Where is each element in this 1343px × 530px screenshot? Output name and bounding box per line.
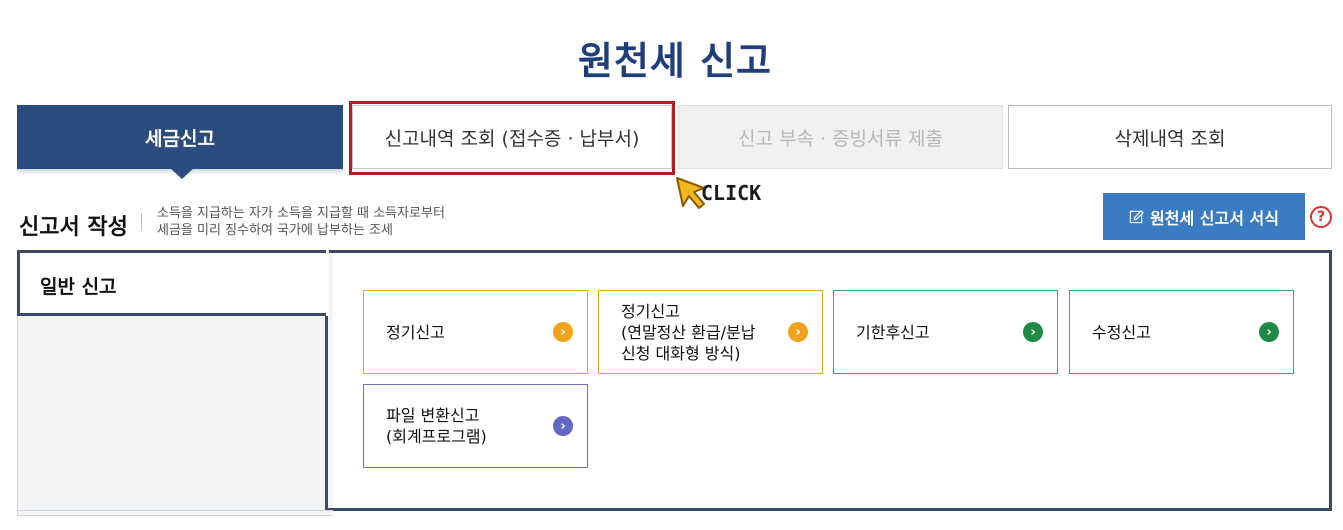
card-regular-filing[interactable]: 정기신고 › — [363, 290, 588, 374]
card-label: 기한후신고 — [856, 322, 930, 342]
chevron-right-icon: › — [1259, 322, 1279, 342]
tab-active-indicator — [170, 168, 194, 179]
tab-tax-filing[interactable]: 세금신고 — [17, 105, 343, 169]
panel-tab-join — [326, 250, 329, 316]
help-icon[interactable]: ? — [1310, 206, 1332, 228]
card-regular-filing-interactive[interactable]: 정기신고 (연말정산 환급/분납 신청 대화형 방식) › — [598, 290, 823, 374]
form-template-button[interactable]: 원천세 신고서 서식 — [1103, 193, 1305, 240]
divider — [17, 510, 333, 511]
chevron-right-icon: › — [788, 322, 808, 342]
tab-deletion-history[interactable]: 삭제내역 조회 — [1008, 105, 1332, 169]
card-label: 정기신고 (연말정산 환급/분납 신청 대화형 방식) — [621, 301, 756, 363]
panel-tab-general-label: 일반 신고 — [40, 276, 117, 298]
edit-icon — [1129, 210, 1144, 224]
chevron-right-icon: › — [1023, 322, 1043, 342]
form-template-button-label: 원천세 신고서 서식 — [1150, 208, 1279, 228]
card-late-filing[interactable]: 기한후신고 › — [833, 290, 1058, 374]
click-label: CLICK — [701, 181, 762, 205]
section-description: 소득을 지급하는 자가 소득을 지급할 때 소득자로부터 세금을 미리 징수하여… — [157, 205, 445, 239]
section-title: 신고서 작성 — [19, 215, 128, 240]
tab-attachments-submit[interactable]: 신고 부속 · 증빙서류 제출 — [678, 105, 1003, 169]
chevron-right-icon: › — [553, 416, 573, 436]
chevron-right-icon: › — [553, 322, 573, 342]
description-line-1: 소득을 지급하는 자가 소득을 지급할 때 소득자로부터 — [157, 206, 445, 221]
card-file-conversion-filing[interactable]: 파일 변환신고 (회계프로그램) › — [363, 384, 588, 468]
card-label: 정기신고 — [386, 322, 445, 342]
page-title: 원천세 신고 — [577, 39, 773, 83]
click-highlight-box — [349, 101, 675, 175]
description-line-2: 세금을 미리 징수하여 국가에 납부하는 조세 — [157, 223, 393, 238]
section-divider — [141, 213, 142, 231]
card-label: 파일 변환신고 (회계프로그램) — [386, 406, 487, 446]
card-label: 수정신고 — [1092, 322, 1151, 342]
card-amended-filing[interactable]: 수정신고 › — [1069, 290, 1294, 374]
